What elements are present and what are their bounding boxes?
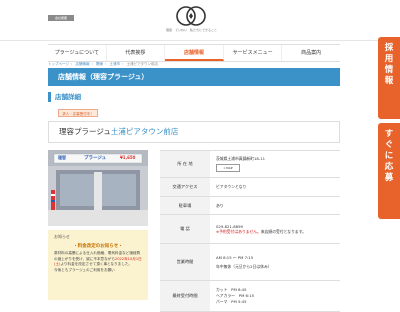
last-entry-label: 最終受付時間 (160, 281, 210, 311)
storefront-photo: 理容 プラージュ ¥1,650 (48, 150, 148, 226)
tab-char: 募 (384, 173, 394, 183)
phone-note: 来店順の受付となります。 (260, 228, 306, 234)
parking-label: 駐車場 (160, 197, 210, 214)
breadcrumb-current: 土浦ピアタウン前店 (126, 62, 159, 66)
breadcrumb-region[interactable]: 関東 (96, 62, 103, 66)
tab-char: に (384, 151, 394, 161)
store-brand: 理容プラージュ (59, 127, 111, 136)
header-divider (0, 40, 400, 41)
global-nav: プラージュについて 代表挨拶 店舗情報 サービスメニュー 商品案内 (48, 44, 340, 62)
apply-now-tab[interactable]: す ぐ に 応 募 (378, 123, 400, 219)
nav-item-greeting[interactable]: 代表挨拶 (107, 45, 166, 61)
breadcrumb-city[interactable]: 土浦市 (110, 62, 121, 66)
map-button[interactable]: ⌖ MAP (216, 164, 240, 172)
info-row-hours: 営業時間 AM 8:15 ～ PM 7:15 年中無休（元旦から2日は休み） (160, 244, 340, 281)
nav-item-stores[interactable]: 店舗情報 (165, 45, 224, 61)
info-row-parking: 駐車場 あり (160, 197, 340, 215)
hours-value: AM 8:15 ～ PM 7:15 (216, 254, 254, 260)
notice-headline: ・料金改定のお知らせ・ (73, 244, 123, 249)
tab-char: 報 (384, 76, 394, 86)
tab-char: 情 (384, 65, 394, 75)
nav-item-products[interactable]: 商品案内 (282, 45, 340, 61)
recruit-info-tab[interactable]: 採 用 情 報 (378, 37, 400, 119)
parking-value: あり (216, 202, 224, 208)
sign-left: 理容 (58, 155, 66, 160)
access-label: 交通アクセス (160, 178, 210, 196)
address-label: 所 在 地 (160, 151, 210, 177)
logo-mark-icon (176, 6, 206, 26)
access-value: ピアタウンとなり (216, 184, 247, 189)
address-value: 茨城県土浦市真鍋新町18-11 (216, 156, 266, 161)
hours-note: 年中無休（元旦から2日は休み） (216, 263, 272, 269)
map-button-label: MAP (226, 166, 233, 170)
info-row-phone: 電 話 029-821-8899 ※予約受付はありません。来店順の受付となります… (160, 215, 340, 244)
tab-char: ぐ (384, 140, 394, 150)
sign-price: ¥1,650 (120, 155, 136, 160)
tab-char: 採 (384, 43, 394, 53)
info-row-access: 交通アクセス ピアタウンとなり (160, 178, 340, 197)
notice-title: お知らせ (54, 234, 70, 239)
store-name: 理容プラージュ土浦ピアタウン前店 (48, 121, 340, 143)
store-branch: 土浦ピアタウン前店 (110, 127, 179, 136)
section-heading: 店舗詳細 (48, 92, 81, 102)
recruit-badge[interactable]: 求人・応募受付中！ (58, 109, 98, 117)
logo-tagline: 理容 ていねい 私たちにできること (166, 28, 217, 32)
brand-logo[interactable]: 理容 ていねい 私たちにできること (166, 4, 217, 36)
breadcrumb: トップページ › 店舗情報 › 関東 › 土浦市 › 土浦ピアタウン前店 (48, 62, 159, 66)
page-title: 店舗情報（理容プラージュ） (48, 68, 340, 86)
notice-text-3: 今後ともプラージュのご利用をお願い (54, 267, 115, 272)
notice-text-2: より料金を改定させて頂く事となりました。 (60, 262, 133, 267)
company-info-link[interactable]: 会社概要 (48, 15, 74, 21)
notice-body: 原材料の高騰による仕入れ価格、電気料金など諸経費の値上がりを受け、誠に不本意なが… (54, 251, 142, 273)
info-row-address: 所 在 地 茨城県土浦市真鍋新町18-11 ⌖ MAP (160, 151, 340, 178)
notice-panel: お知らせ ・料金改定のお知らせ・ 原材料の高騰による仕入れ価格、電気料金など諸経… (48, 230, 148, 300)
breadcrumb-home[interactable]: トップページ (48, 62, 69, 66)
phone-note-red: ※予約受付はありません。 (216, 228, 261, 234)
nav-item-about[interactable]: プラージュについて (48, 45, 107, 61)
sign-center: プラージュ (84, 156, 107, 161)
hours-label: 営業時間 (160, 244, 210, 280)
info-row-last-entry: 最終受付時間 カット PM 6:45 ヘアカラー PM 6:15 パーマ PM … (160, 281, 340, 312)
tab-char: 用 (384, 54, 394, 64)
nav-item-services[interactable]: サービスメニュー (224, 45, 283, 61)
breadcrumb-stores[interactable]: 店舗情報 (75, 62, 89, 66)
tab-char: 応 (384, 162, 394, 172)
phone-label: 電 話 (160, 215, 210, 243)
store-info-table: 所 在 地 茨城県土浦市真鍋新町18-11 ⌖ MAP 交通アクセス ピアタウン… (160, 150, 340, 312)
tab-char: す (384, 129, 394, 139)
map-pin-icon: ⌖ (223, 166, 226, 170)
